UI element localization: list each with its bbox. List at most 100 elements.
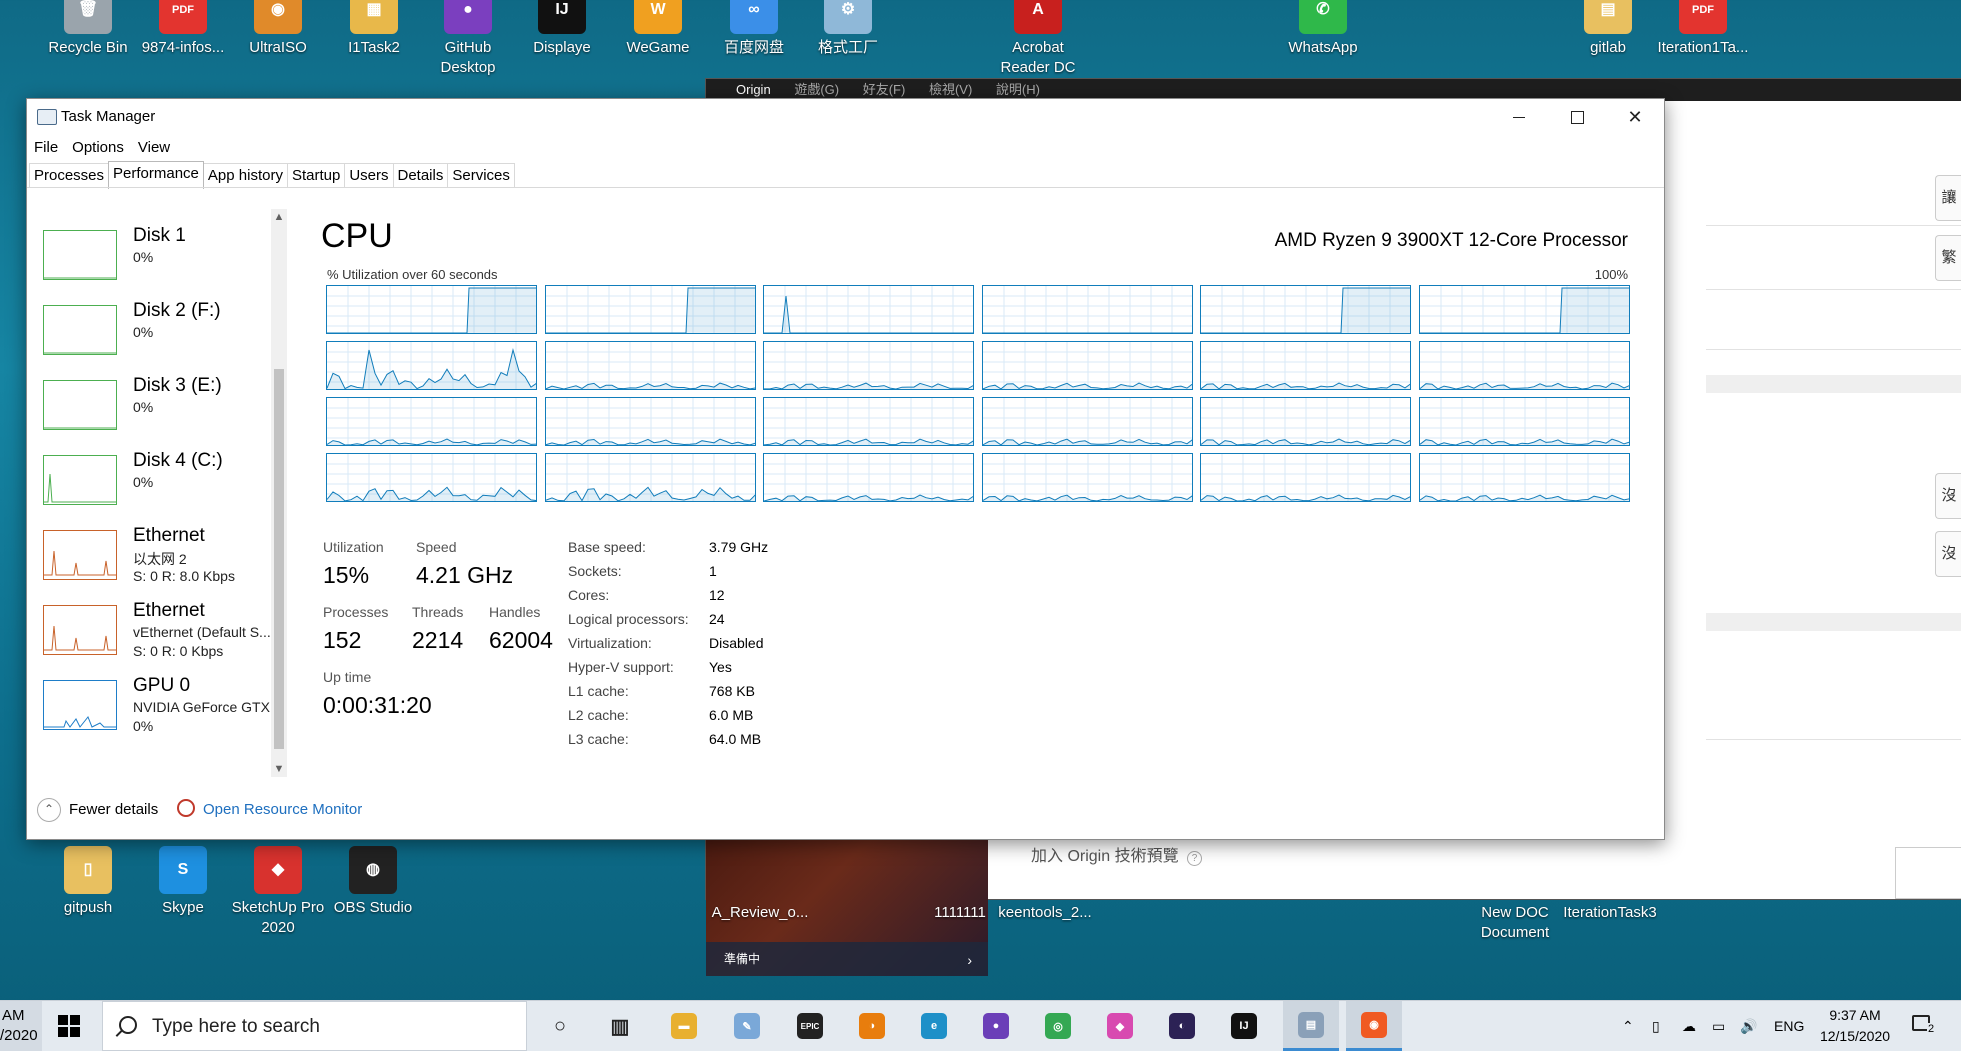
tab-users[interactable]: Users [344, 163, 394, 188]
windows-start-icon[interactable] [58, 1015, 80, 1037]
taskbar-app-button[interactable]: ◉ [1346, 1001, 1402, 1051]
origin-icon: ◉ [1361, 1011, 1387, 1038]
threads-label: Threads [412, 604, 464, 620]
desktop-icon[interactable]: ● GitHub Desktop [420, 0, 516, 78]
cloud-icon[interactable]: ☁ [1682, 1001, 1696, 1051]
chevron-right-icon[interactable]: › [967, 952, 972, 968]
desktop-icon[interactable]: ◉ UltraISO [230, 0, 326, 58]
desktop-icon-label[interactable]: IterationTask3 [1555, 903, 1665, 923]
taskbar-app-button[interactable]: ◑ [852, 1007, 892, 1045]
obs-studio-icon: ◍ [349, 846, 397, 894]
tab-processes[interactable]: Processes [29, 163, 110, 188]
desktop-icon-label[interactable]: A_Review_o... [705, 903, 815, 923]
taskbar-app-button[interactable]: ✎ [727, 1007, 767, 1045]
desktop-icon[interactable]: ▦ I1Task2 [326, 0, 422, 58]
task-manager-window[interactable]: Task Manager ✕ File Options View Processes… [26, 98, 1665, 840]
chevron-up-icon[interactable]: ⌃ [1622, 1001, 1634, 1051]
origin-side-button[interactable]: 繁 [1935, 235, 1961, 281]
minimize-button[interactable] [1490, 99, 1548, 135]
fewer-details-link[interactable]: Fewer details [69, 801, 158, 818]
taskbar-app-button[interactable]: ● [976, 1007, 1016, 1045]
tab-services[interactable]: Services [447, 163, 515, 188]
menu-file[interactable]: File [27, 137, 65, 159]
tab-app-history[interactable]: App history [202, 163, 288, 188]
desktop-icon[interactable]: PDF Iteration1Ta... [1655, 0, 1751, 58]
info-icon[interactable]: ? [1187, 851, 1203, 866]
desktop-icon-label: gitlab [1590, 39, 1626, 56]
desktop-icon[interactable]: ▯ gitpush [40, 846, 136, 918]
desktop-icon[interactable]: IJ Displaye [514, 0, 610, 58]
language-indicator[interactable]: ENG [1774, 1001, 1804, 1051]
utilization-max-label: 100% [1594, 267, 1628, 282]
close-button[interactable]: ✕ [1606, 99, 1664, 135]
processes-value: 152 [323, 627, 362, 653]
desktop-icon-label: gitpush [63, 899, 113, 916]
title-bar[interactable]: Task Manager ✕ [27, 99, 1664, 135]
origin-menu-item[interactable]: Origin [736, 82, 771, 97]
taskbar-app-button[interactable]: EPIC [790, 1007, 830, 1045]
origin-menu-item[interactable]: 說明(H) [996, 82, 1040, 97]
open-resource-monitor-link[interactable]: Open Resource Monitor [203, 801, 362, 818]
tab-details[interactable]: Details [392, 163, 449, 188]
sidebar-item[interactable]: GPU 0 NVIDIA GeForce GTX 0% [43, 675, 283, 747]
desktop-icon[interactable]: A Acrobat Reader DC [990, 0, 1086, 78]
chevron-up-icon[interactable]: ⌃ [37, 798, 61, 822]
scroll-up-icon[interactable]: ▲ [271, 209, 287, 225]
desktop-icon[interactable]: ⚙ 格式工厂 [800, 0, 896, 58]
taskbar-app-button[interactable]: ▬ [664, 1007, 704, 1045]
sidebar-item-subtitle: vEthernet (Default S... [133, 624, 271, 640]
origin-menu-item[interactable]: 檢視(V) [929, 82, 972, 97]
sidebar-item[interactable]: Disk 2 (F:) 0% [43, 300, 283, 372]
desktop-icon[interactable]: ◆ SketchUp Pro 2020 [230, 846, 326, 938]
battery-icon[interactable]: ▯ [1652, 1001, 1660, 1051]
origin-input-box[interactable] [1895, 847, 1961, 899]
sidebar-item[interactable]: Disk 1 0% [43, 225, 283, 297]
scroll-down-icon[interactable]: ▼ [271, 761, 287, 777]
sidebar-item[interactable]: Ethernet vEthernet (Default S... S: 0 R: 0… [43, 600, 283, 672]
detail-value: 12 [709, 587, 725, 603]
taskbar-app-button[interactable]: ▤ [1283, 1001, 1339, 1051]
origin-side-button[interactable]: 讓 [1935, 175, 1961, 221]
desktop-icon[interactable]: ✆ WhatsApp [1275, 0, 1371, 58]
scrollbar-thumb[interactable] [274, 369, 284, 749]
desktop-icon[interactable]: ∞ 百度网盘 [706, 0, 802, 58]
maximize-button[interactable] [1548, 99, 1606, 135]
desktop-icon[interactable]: ◍ OBS Studio [325, 846, 421, 918]
sidebar-item[interactable]: Ethernet 以太网 2 S: 0 R: 8.0 Kbps [43, 525, 283, 597]
taskbar-app-button[interactable]: IJ [1224, 1007, 1264, 1045]
taskbar-app-button[interactable]: ◎ [1038, 1007, 1078, 1045]
volume-icon[interactable]: 🔊 [1740, 1001, 1757, 1051]
cpu-graph-lines [1201, 286, 1410, 333]
detail-value: 64.0 MB [709, 731, 762, 747]
taskbar-app-button[interactable]: ▥ [600, 1007, 640, 1045]
desktop-icon[interactable]: 🗑 Recycle Bin [40, 0, 136, 58]
desktop-icon-label[interactable]: keentools_2... [990, 903, 1100, 923]
sidebar-item[interactable]: Disk 3 (E:) 0% [43, 375, 283, 447]
paint-icon: ✎ [734, 1013, 760, 1039]
desktop-icon[interactable]: PDF 9874-infos... [135, 0, 231, 58]
taskbar-search-box[interactable]: Type here to search [102, 1001, 527, 1051]
origin-menu-item[interactable]: 遊戲(G) [794, 82, 839, 97]
origin-side-button[interactable]: 沒 [1935, 473, 1961, 519]
taskbar-clock[interactable]: 9:37 AM 12/15/2020 [1812, 1005, 1898, 1047]
tab-startup[interactable]: Startup [286, 163, 346, 188]
menu-options[interactable]: Options [65, 137, 131, 159]
tab-performance[interactable]: Performance [108, 161, 204, 189]
taskbar-app-button[interactable]: ○ [540, 1007, 580, 1045]
menu-view[interactable]: View [131, 137, 177, 159]
sidebar-item[interactable]: Disk 4 (C:) 0% [43, 450, 283, 522]
desktop-icon[interactable]: ▤ gitlab [1560, 0, 1656, 58]
origin-side-button[interactable]: 沒 [1935, 531, 1961, 577]
cpu-graph-lines [764, 398, 973, 445]
logical-processor-graph [544, 397, 756, 446]
taskbar-app-button[interactable]: ◐ [1162, 1007, 1202, 1045]
taskbar-app-button[interactable]: e [914, 1007, 954, 1045]
network-icon[interactable]: ▭ [1712, 1001, 1725, 1051]
origin-menu-item[interactable]: 好友(F) [863, 82, 906, 97]
sidebar-scrollbar[interactable]: ▲ ▼ [271, 209, 287, 777]
resource-monitor-icon[interactable] [177, 799, 195, 817]
desktop-icon[interactable]: S Skype [135, 846, 231, 918]
desktop-icon-label[interactable]: New DOC Document [1465, 903, 1565, 943]
desktop-icon[interactable]: W WeGame [610, 0, 706, 58]
taskbar-app-button[interactable]: ◆ [1100, 1007, 1140, 1045]
